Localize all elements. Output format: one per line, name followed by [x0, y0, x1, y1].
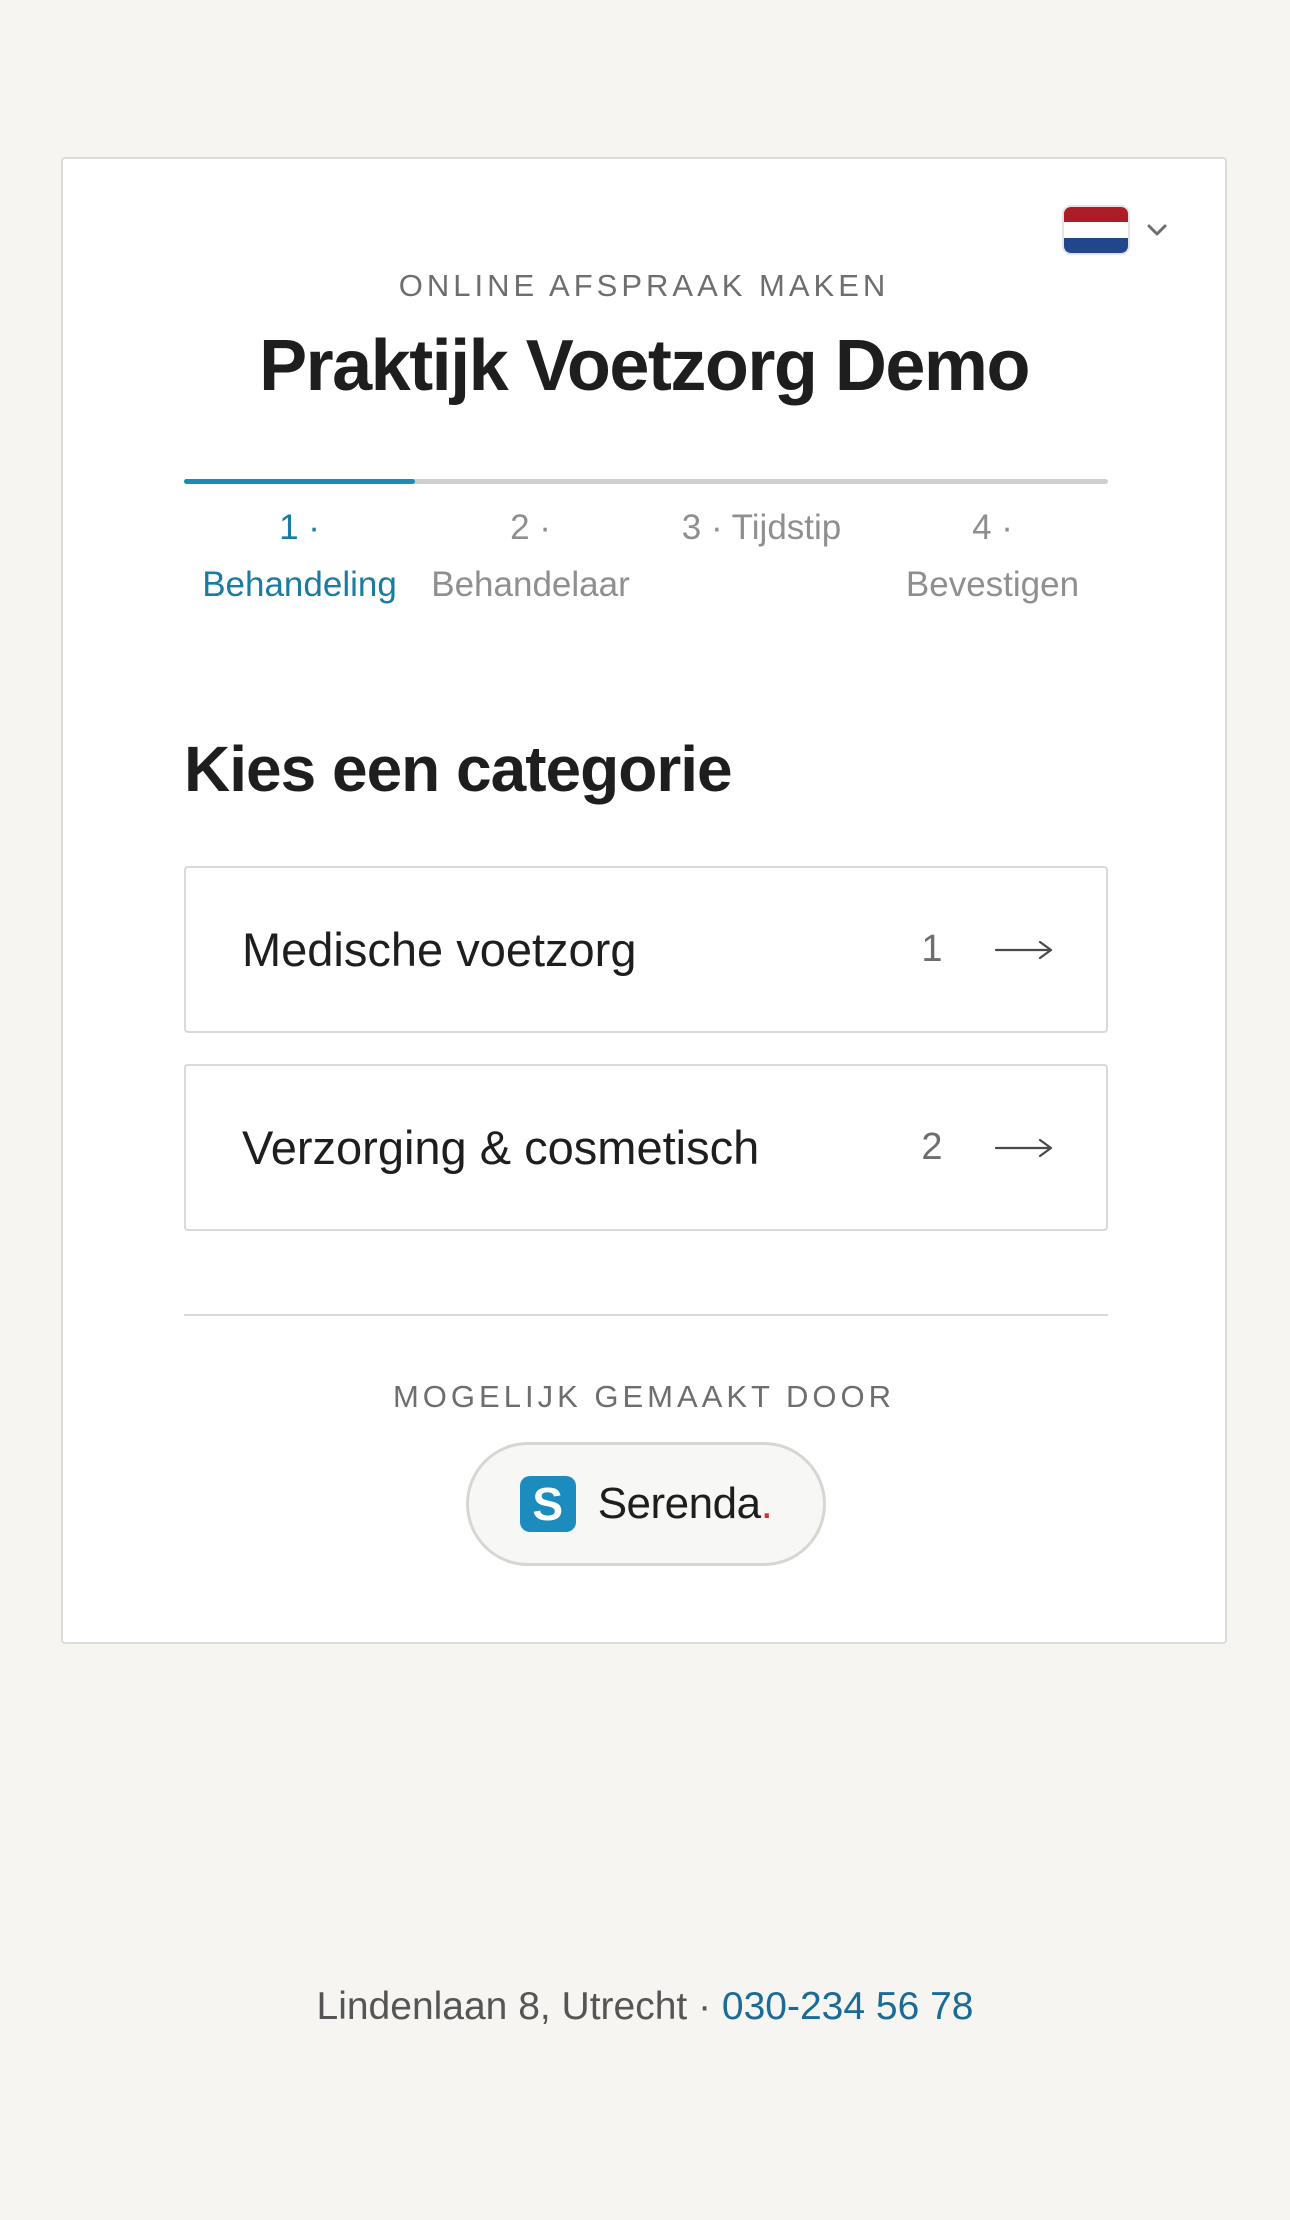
step-tijdstip: 3 · Tijdstip: [646, 499, 877, 613]
language-selector[interactable]: [1064, 207, 1170, 253]
category-name: Medische voetzorg: [242, 923, 637, 976]
chevron-down-icon: [1147, 224, 1167, 236]
netherlands-flag-icon: [1064, 207, 1128, 253]
category-count: 1: [921, 928, 943, 970]
phone-link[interactable]: 030-234 56 78: [722, 1985, 974, 2028]
footer-address: Lindenlaan 8, Utrecht ·: [316, 1985, 722, 2028]
section-heading: Kies een categorie: [184, 733, 733, 805]
category-verzorging-cosmetisch[interactable]: Verzorging & cosmetisch 2: [184, 1064, 1108, 1231]
step-list: 1 · Behandeling 2 · Behandelaar 3 · Tijd…: [184, 499, 1108, 613]
step-behandeling: 1 · Behandeling: [184, 499, 415, 613]
step-behandelaar: 2 · Behandelaar: [415, 499, 646, 613]
progress-bar: [184, 479, 1108, 484]
step-label: Behandeling: [202, 565, 397, 604]
powered-by-label: MOGELIJK GEMAAKT DOOR: [392, 1379, 895, 1414]
category-name: Verzorging & cosmetisch: [242, 1121, 760, 1174]
step-bevestigen: 4 · Bevestigen: [877, 499, 1108, 613]
brand-text: Serenda: [597, 1479, 761, 1528]
footer-contact: Lindenlaan 8, Utrecht · 030-234 56 78: [0, 1985, 1290, 2029]
page-title: Praktijk Voetzorg Demo: [259, 326, 1030, 406]
category-count: 2: [921, 1126, 943, 1168]
serenda-badge-link[interactable]: S Serenda.: [466, 1442, 826, 1566]
booking-card: ONLINE AFSPRAAK MAKEN Praktijk Voetzorg …: [61, 157, 1227, 1644]
step-label: Bevestigen: [905, 565, 1080, 604]
serenda-logo-icon: S: [519, 1476, 576, 1532]
step-number: 1 ·: [279, 508, 320, 547]
arrow-right-icon: [994, 940, 1053, 959]
step-number: 2 ·: [510, 508, 551, 547]
divider: [184, 1314, 1108, 1316]
page-eyebrow: ONLINE AFSPRAAK MAKEN: [398, 268, 890, 303]
step-number: 4 ·: [972, 508, 1013, 547]
step-number: 3 · Tijdstip: [681, 508, 842, 547]
progress-bar-fill: [184, 479, 415, 484]
brand-dot: .: [760, 1479, 773, 1528]
category-medische-voetzorg[interactable]: Medische voetzorg 1: [184, 866, 1108, 1033]
serenda-brand-name: Serenda.: [598, 1479, 773, 1529]
arrow-right-icon: [994, 1138, 1053, 1157]
step-label: Behandelaar: [431, 565, 630, 604]
